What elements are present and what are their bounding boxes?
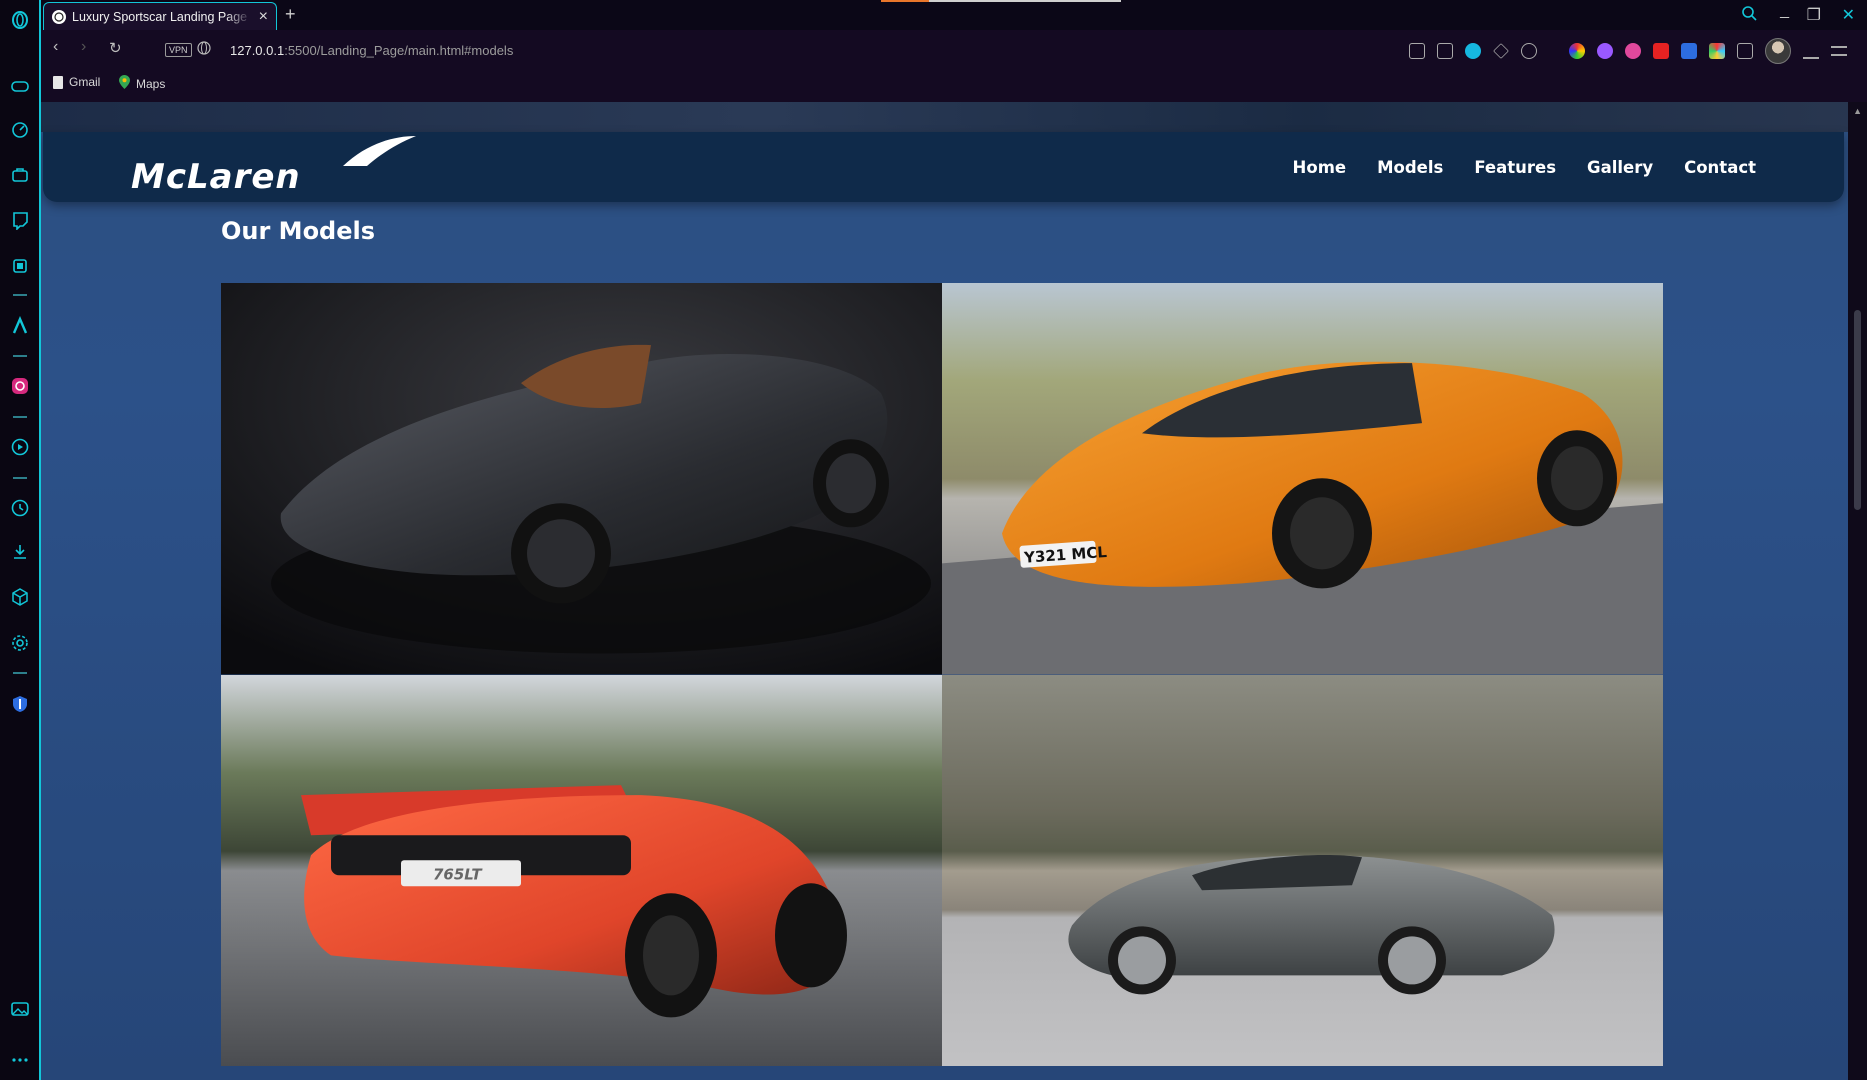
nav-models[interactable]: Models: [1377, 158, 1443, 177]
address-bar: ‹ › ↻ VPN 127.0.0.1:5500/Landing_Page/ma…: [41, 30, 1867, 102]
more-icon[interactable]: [9, 1049, 31, 1071]
model-card-elva[interactable]: [221, 283, 942, 675]
speedometer-icon[interactable]: [9, 118, 31, 140]
model-image: [942, 674, 1663, 1066]
bitwarden-icon[interactable]: [1681, 43, 1697, 59]
model-card-gt[interactable]: [942, 674, 1663, 1066]
gamepad-icon[interactable]: [9, 75, 31, 97]
bookmark-maps[interactable]: Maps: [119, 75, 165, 92]
page-scrollbar[interactable]: ▲: [1848, 102, 1867, 1080]
forward-icon[interactable]: ›: [81, 38, 86, 56]
map-pin-icon: [119, 75, 130, 92]
model-image: 765LT: [221, 674, 942, 1066]
site-header: McLaren Home Models Features Gallery Con…: [43, 132, 1844, 202]
model-card-765lt[interactable]: 765LT: [221, 674, 942, 1066]
sidebar-divider: [13, 294, 27, 296]
color-wheel-icon[interactable]: [1569, 43, 1585, 59]
globe-icon: [197, 41, 211, 60]
chip-icon[interactable]: [9, 255, 31, 277]
heart-icon[interactable]: [1521, 43, 1537, 59]
browser-sidebar: [0, 0, 41, 1080]
model-image: [221, 283, 942, 675]
gallery-icon[interactable]: [9, 998, 31, 1020]
multicolor-ext-icon[interactable]: [1709, 43, 1725, 59]
url-field[interactable]: 127.0.0.1:5500/Landing_Page/main.html#mo…: [230, 43, 513, 58]
bookmark-label: Maps: [136, 76, 166, 91]
model-card-570s[interactable]: Y321 MCL: [942, 283, 1663, 675]
search-tabs-icon[interactable]: [1741, 5, 1757, 26]
page-icon: [53, 75, 63, 89]
url-host: 127.0.0.1: [230, 43, 285, 58]
back-icon[interactable]: ‹: [53, 38, 58, 56]
feather-icon[interactable]: [1597, 43, 1613, 59]
tab-strip: Luxury Sportscar Landing Page × + _ ❐ ✕: [41, 0, 1867, 30]
nav-gallery[interactable]: Gallery: [1587, 158, 1653, 177]
minimize-icon[interactable]: _: [1780, 2, 1789, 20]
sidebar-divider: [13, 355, 27, 357]
sidebar-divider: [13, 672, 27, 674]
mclaren-logo[interactable]: McLaren: [131, 132, 421, 207]
vpn-badge[interactable]: VPN: [165, 43, 192, 57]
nav-contact[interactable]: Contact: [1684, 158, 1756, 177]
model-image: Y321 MCL: [942, 283, 1663, 675]
send-icon[interactable]: [1493, 43, 1509, 59]
camera-icon[interactable]: [1437, 43, 1453, 59]
hero-background-strip: [41, 102, 1848, 132]
sidebar-divider: [13, 416, 27, 418]
instagram-icon[interactable]: [9, 375, 31, 397]
sidebar-divider: [13, 477, 27, 479]
restore-icon[interactable]: ❐: [1807, 5, 1821, 25]
cube-icon[interactable]: [9, 586, 31, 608]
aria-ai-icon[interactable]: [9, 315, 31, 337]
history-clock-icon[interactable]: [9, 497, 31, 519]
new-tab-button[interactable]: +: [285, 4, 296, 25]
extensions-toolbar: [1409, 38, 1847, 64]
globe-icon: [52, 9, 66, 24]
nav-home[interactable]: Home: [1293, 158, 1347, 177]
shield-check-icon[interactable]: [1465, 43, 1481, 59]
reload-icon[interactable]: ↻: [109, 39, 122, 57]
share-icon[interactable]: [1409, 43, 1425, 59]
bookmark-label: Gmail: [69, 75, 101, 89]
settings-gear-icon[interactable]: [9, 632, 31, 654]
license-plate-text: 765LT: [433, 865, 483, 883]
tab-active[interactable]: Luxury Sportscar Landing Page ×: [43, 2, 277, 30]
scroll-thumb[interactable]: [1854, 310, 1861, 510]
shield-icon[interactable]: [9, 693, 31, 715]
loading-bar: [881, 0, 1121, 2]
cube-icon[interactable]: [1737, 43, 1753, 59]
opera-menu-icon[interactable]: [9, 9, 31, 31]
main-nav: Home Models Features Gallery Contact: [1293, 132, 1756, 202]
nav-features[interactable]: Features: [1474, 158, 1556, 177]
close-tab-icon[interactable]: ×: [259, 8, 268, 26]
download-icon[interactable]: [1803, 43, 1819, 59]
tab-title: Luxury Sportscar Landing Page: [72, 9, 248, 24]
models-grid: Y321 MCL 765LT: [221, 283, 1663, 1066]
menu-icon[interactable]: [1831, 46, 1847, 56]
scroll-up-icon[interactable]: ▲: [1853, 106, 1862, 116]
logo-text: McLaren: [131, 157, 301, 197]
downloads-icon[interactable]: [9, 541, 31, 563]
page-viewport: McLaren Home Models Features Gallery Con…: [41, 102, 1848, 1080]
circle-ext-icon[interactable]: [1625, 43, 1641, 59]
player-icon[interactable]: [9, 436, 31, 458]
avatar[interactable]: [1765, 38, 1791, 64]
url-path: :5500/Landing_Page/main.html#models: [284, 43, 514, 58]
bag-icon[interactable]: [9, 163, 31, 185]
red-ext-icon[interactable]: [1653, 43, 1669, 59]
twitch-icon[interactable]: [9, 209, 31, 231]
bookmark-gmail[interactable]: Gmail: [53, 75, 100, 89]
section-title: Our Models: [221, 217, 376, 245]
close-window-icon[interactable]: ✕: [1842, 5, 1855, 25]
